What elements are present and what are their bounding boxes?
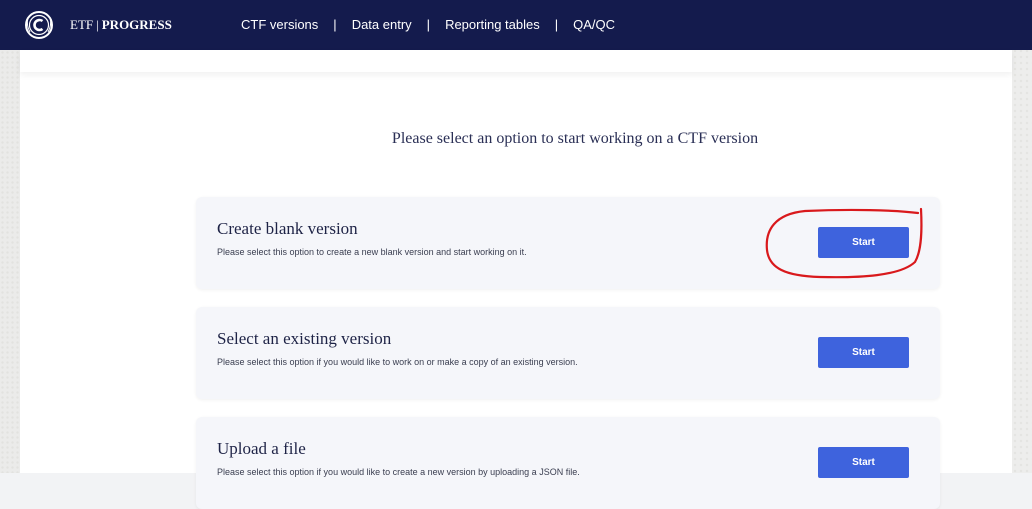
page-background-right [1012,0,1032,473]
brand-wordmark[interactable]: ETF | PROGRESS [70,17,172,33]
option-description: Please select this option if you would l… [217,467,580,477]
option-title: Upload a file [217,439,306,458]
page-background-left [0,0,20,473]
subheader-bar [20,50,1012,72]
brand-separator: | [96,17,99,32]
option-card-create-blank: Create blank version Please select this … [196,197,940,289]
option-description: Please select this option to create a ne… [217,247,527,257]
option-title: Create blank version [217,219,358,238]
option-card-select-existing: Select an existing version Please select… [196,307,940,399]
nav-separator: | [554,17,559,32]
brand-prefix: ETF [70,17,94,32]
nav-separator: | [333,17,337,32]
main-nav: CTF versions | Data entry | Reporting ta… [241,17,615,32]
start-button-create-blank[interactable]: Start [818,227,909,258]
brand-name: PROGRESS [101,17,172,32]
nav-separator: | [426,17,431,32]
un-emblem-icon [25,11,53,39]
top-navbar: ETF | PROGRESS CTF versions | Data entry |… [0,0,1032,50]
nav-link-data-entry[interactable]: Data entry [352,17,412,32]
nav-link-ctf-versions[interactable]: CTF versions [241,17,318,32]
option-card-upload-file: Upload a file Please select this option … [196,417,940,509]
start-button-select-existing[interactable]: Start [818,337,909,368]
nav-link-qa-qc[interactable]: QA/QC [573,17,615,32]
start-button-upload-file[interactable]: Start [818,447,909,478]
option-title: Select an existing version [217,329,392,348]
page-title: Please select an option to start working… [391,130,759,147]
option-description: Please select this option if you would l… [217,357,578,367]
nav-link-reporting-tables[interactable]: Reporting tables [445,17,540,32]
main-content: Please select an option to start working… [20,50,1012,509]
